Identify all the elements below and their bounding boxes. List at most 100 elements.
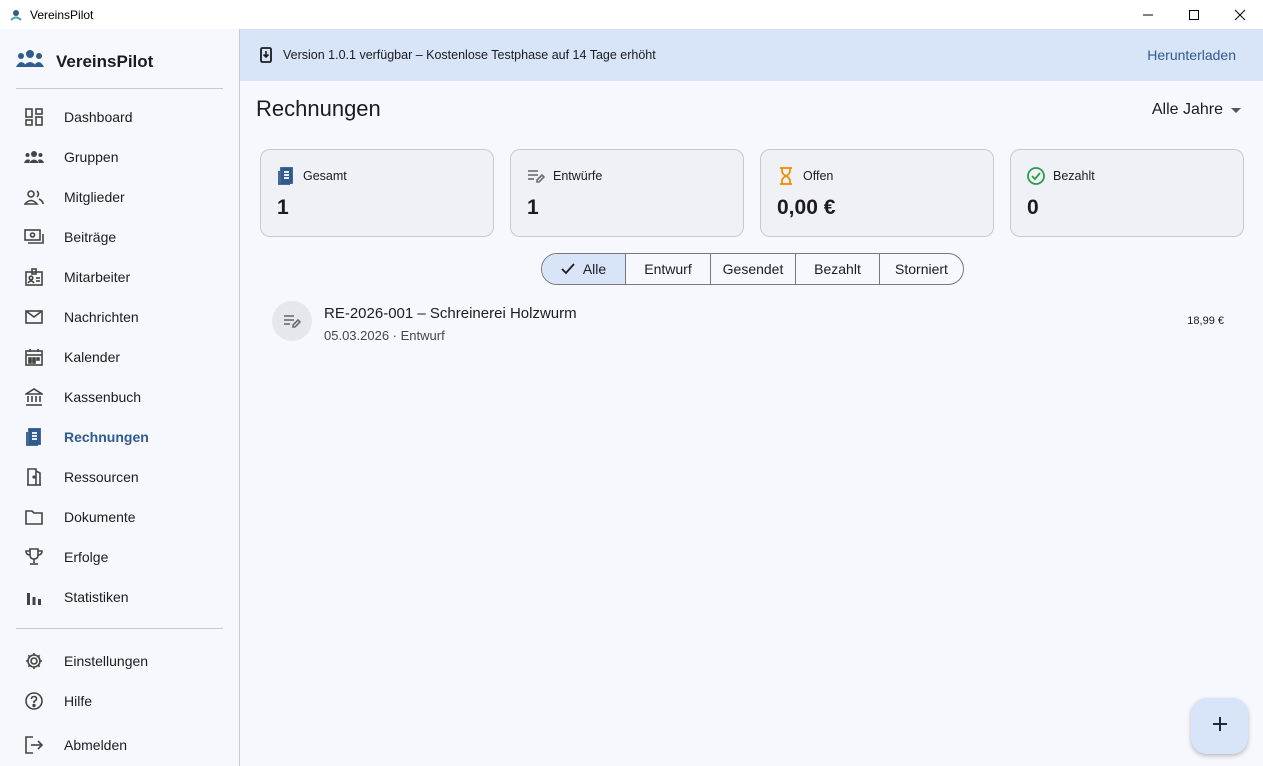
download-button[interactable]: Herunterladen xyxy=(1147,47,1236,63)
sidebar-item-label: Beiträge xyxy=(64,229,117,245)
sidebar-item-label: Mitarbeiter xyxy=(64,269,131,285)
check-circle-icon xyxy=(1027,167,1045,185)
sidebar-item-label: Statistiken xyxy=(64,589,129,605)
badge-icon xyxy=(24,267,44,287)
filter-label: Bezahlt xyxy=(814,261,861,277)
bank-icon xyxy=(24,387,44,407)
page-title: Rechnungen xyxy=(256,96,381,121)
dashboard-icon xyxy=(24,107,44,127)
stat-card-total: Gesamt 1 xyxy=(260,149,494,237)
sidebar-item-label: Rechnungen xyxy=(64,429,149,445)
stat-card-paid: Bezahlt 0 xyxy=(1010,149,1244,237)
sidebar-item-label: Erfolge xyxy=(64,549,109,565)
sidebar-item-label: Hilfe xyxy=(64,693,93,709)
window-controls xyxy=(1125,0,1263,29)
filter-label: Gesendet xyxy=(722,261,784,277)
filter-draft[interactable]: Entwurf xyxy=(626,254,711,284)
sidebar-item-calendar[interactable]: Kalender xyxy=(16,339,223,375)
minimize-icon[interactable] xyxy=(1125,0,1171,29)
stat-label: Offen xyxy=(803,169,834,183)
sidebar-divider xyxy=(16,628,223,629)
stat-value: 0 xyxy=(1027,196,1039,219)
invoice-subtitle: 05.03.2026 · Entwurf xyxy=(324,328,445,343)
sidebar-item-label: Kalender xyxy=(64,349,121,365)
door-icon xyxy=(24,467,44,487)
sidebar-item-settings[interactable]: Einstellungen xyxy=(16,643,223,679)
sidebar-item-contributions[interactable]: Beiträge xyxy=(16,219,223,255)
hourglass-icon xyxy=(777,167,795,185)
filter-all[interactable]: Alle xyxy=(542,254,626,284)
people-icon xyxy=(24,187,44,207)
stat-label: Bezahlt xyxy=(1053,169,1095,183)
receipt-icon xyxy=(277,167,295,185)
maximize-icon[interactable] xyxy=(1171,0,1217,29)
mail-icon xyxy=(24,307,44,327)
sidebar-item-resources[interactable]: Ressourcen xyxy=(16,459,223,495)
filter-sent[interactable]: Gesendet xyxy=(711,254,796,284)
close-icon[interactable] xyxy=(1217,0,1263,29)
sidebar-item-label: Einstellungen xyxy=(64,653,149,669)
plus-icon xyxy=(1212,716,1228,737)
brand-name: VereinsPilot xyxy=(56,51,154,71)
edit-note-icon xyxy=(272,301,312,341)
sidebar-item-achievements[interactable]: Erfolge xyxy=(16,539,223,575)
stat-card-drafts: Entwürfe 1 xyxy=(510,149,744,237)
filter-label: Alle xyxy=(582,261,607,277)
sidebar-item-groups[interactable]: Gruppen xyxy=(16,139,223,175)
year-filter-value: Alle Jahre xyxy=(1151,101,1223,118)
folder-icon xyxy=(24,507,44,527)
filter-cancelled[interactable]: Storniert xyxy=(880,254,963,284)
sidebar-item-label: Gruppen xyxy=(64,149,119,165)
system-update-icon xyxy=(259,46,273,64)
stat-value: 1 xyxy=(277,196,289,219)
add-invoice-button[interactable] xyxy=(1191,698,1248,754)
sidebar-item-documents[interactable]: Dokumente xyxy=(16,499,223,535)
stat-label: Entwürfe xyxy=(553,169,603,183)
invoice-list-item[interactable]: RE-2026-001 – Schreinerei Holzwurm 05.03… xyxy=(256,292,1244,352)
receipt-icon xyxy=(24,427,44,447)
sidebar-item-staff[interactable]: Mitarbeiter xyxy=(16,259,223,295)
trophy-icon xyxy=(24,547,44,567)
sidebar-item-members[interactable]: Mitglieder xyxy=(16,179,223,215)
sidebar-item-invoices[interactable]: Rechnungen xyxy=(16,419,223,455)
app-logo-icon xyxy=(8,7,24,23)
sidebar-item-label: Kassenbuch xyxy=(64,389,142,405)
sidebar-divider xyxy=(16,88,223,89)
sidebar-item-label: Nachrichten xyxy=(64,309,139,325)
groups-logo-icon xyxy=(16,49,44,74)
invoice-title: RE-2026-001 – Schreinerei Holzwurm xyxy=(324,305,577,322)
year-filter-dropdown[interactable]: Alle Jahre xyxy=(1152,101,1241,119)
gear-icon xyxy=(24,651,44,671)
stat-value: 0,00 € xyxy=(777,196,836,219)
calendar-icon xyxy=(24,347,44,367)
update-banner: Version 1.0.1 verfügbar – Kostenlose Tes… xyxy=(240,29,1263,81)
chevron-down-icon xyxy=(1231,107,1241,113)
sidebar-item-statistics[interactable]: Statistiken xyxy=(16,579,223,615)
sidebar-item-messages[interactable]: Nachrichten xyxy=(16,299,223,335)
sidebar-item-help[interactable]: Hilfe xyxy=(16,683,223,719)
payments-icon xyxy=(24,227,44,247)
sidebar: VereinsPilot Dashboard Gruppen Mitgliede… xyxy=(0,29,240,766)
brand: VereinsPilot xyxy=(16,49,153,74)
sidebar-item-label: Dokumente xyxy=(64,509,136,525)
groups-icon xyxy=(24,147,44,167)
stat-card-open: Offen 0,00 € xyxy=(760,149,994,237)
sidebar-item-cashbook[interactable]: Kassenbuch xyxy=(16,379,223,415)
sidebar-item-dashboard[interactable]: Dashboard xyxy=(16,99,223,135)
sidebar-item-label: Mitglieder xyxy=(64,189,125,205)
title-bar: VereinsPilot xyxy=(0,0,1263,29)
sidebar-item-logout[interactable]: Abmelden xyxy=(16,727,223,763)
check-icon xyxy=(561,263,575,275)
filter-label: Storniert xyxy=(895,261,948,277)
filter-label: Entwurf xyxy=(644,261,692,277)
edit-note-icon xyxy=(527,167,545,185)
filter-paid[interactable]: Bezahlt xyxy=(796,254,880,284)
stat-value: 1 xyxy=(527,196,539,219)
banner-text: Version 1.0.1 verfügbar – Kostenlose Tes… xyxy=(283,48,656,62)
invoice-amount: 18,99 € xyxy=(1187,315,1224,327)
logout-icon xyxy=(24,735,44,755)
sidebar-item-label: Abmelden xyxy=(64,737,128,753)
bar-chart-icon xyxy=(24,587,44,607)
stat-label: Gesamt xyxy=(303,169,347,183)
sidebar-item-label: Dashboard xyxy=(64,109,133,125)
